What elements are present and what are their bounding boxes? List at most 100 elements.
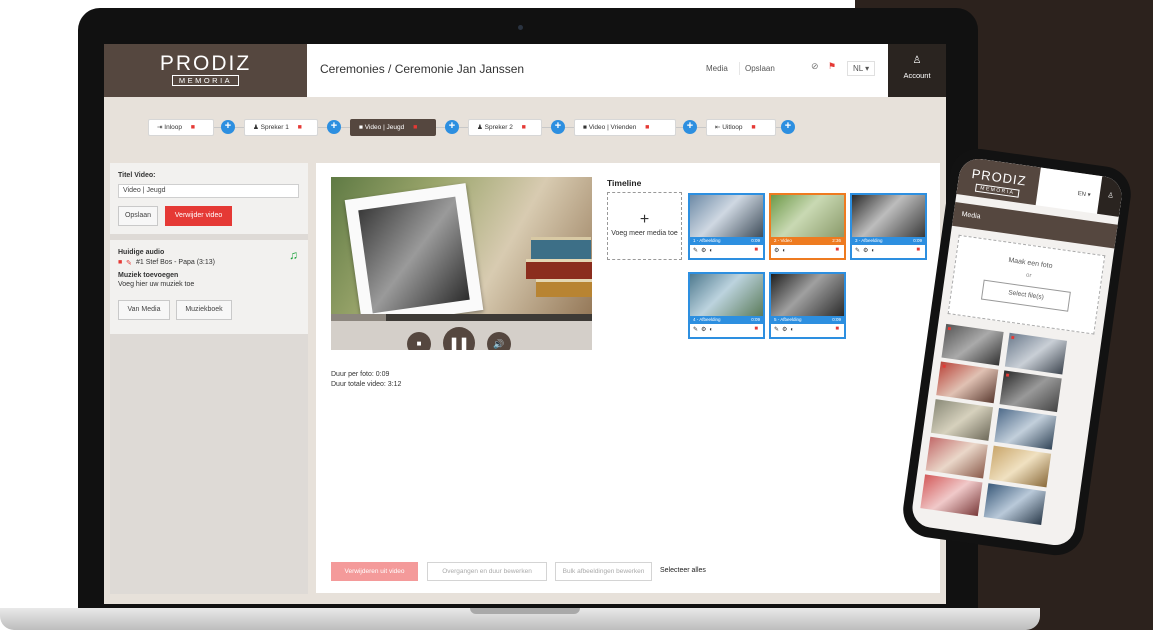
trash-icon[interactable]: ■ [754, 247, 758, 253]
edit-transitions-button[interactable]: Overgangen en duur bewerken [427, 562, 547, 581]
laptop-camera [518, 25, 523, 30]
timeline-tile[interactable]: 5 - Afbeelding 0:09 ✎⚙◐ ■ [769, 272, 846, 339]
video-progress-bar[interactable] [331, 314, 592, 321]
trash-icon[interactable]: ■ [118, 259, 122, 266]
tile-caption: 5 - Afbeelding 0:09 [771, 316, 844, 324]
trash-icon[interactable]: ■ [1005, 373, 1009, 379]
tile-label: 2 - Video [774, 238, 792, 243]
books-image [531, 237, 591, 259]
select-all-button[interactable]: Selecteer alles [660, 567, 706, 574]
tile-thumbnail [690, 195, 763, 237]
trash-icon[interactable]: ■ [754, 326, 758, 332]
total-duration: Duur totale video: 3:12 [331, 381, 402, 388]
timeline-tile[interactable]: 2 - Video 2:36 ⚙◐ ■ [769, 193, 846, 260]
tile-actions[interactable]: ⚙◐ [774, 247, 789, 254]
video-title-input[interactable]: Video | Jeugd [118, 184, 299, 198]
phone-brand-logo[interactable]: PRODIZ MEMORIA [956, 156, 1041, 206]
enter-icon: ⇥ [157, 124, 163, 131]
exit-icon: ⇤ [715, 124, 721, 131]
step-label: Video | Jeugd [364, 124, 405, 131]
left-panel: Titel Video: Video | Jeugd Opslaan Verwi… [110, 163, 308, 594]
select-files-button[interactable]: Select file(s) [980, 279, 1071, 312]
tile-caption: 2 - Video 2:36 [771, 237, 844, 245]
add-music-hint: Voeg hier uw muziek toe [118, 281, 195, 288]
add-step-button[interactable]: + [781, 120, 795, 134]
tile-thumbnail [852, 195, 925, 237]
music-book-button[interactable]: Muziekboek [176, 300, 232, 320]
trash-icon[interactable]: ■ [947, 326, 951, 332]
trash-icon[interactable]: ■ [835, 247, 839, 253]
save-title-button[interactable]: Opslaan [118, 206, 158, 226]
add-step-button[interactable]: + [221, 120, 235, 134]
brand-subtitle: MEMORIA [172, 75, 239, 86]
phone-media-thumbnail[interactable] [983, 483, 1046, 526]
trash-icon[interactable]: ■ [522, 124, 526, 131]
trash-icon[interactable]: ■ [942, 364, 946, 370]
add-media-button[interactable]: + Voeg meer media toe [607, 192, 682, 260]
phone-media-thumbnail[interactable] [925, 436, 988, 479]
flag-icon[interactable]: ⚑ [828, 61, 836, 72]
volume-button[interactable]: 🔊 [487, 332, 511, 350]
books-image [536, 279, 592, 297]
books-image [526, 259, 592, 279]
stop-button[interactable]: ■ [407, 332, 431, 350]
tile-actions[interactable]: ✎⚙◐ [855, 247, 878, 254]
couple-photo [358, 196, 470, 314]
step-spreker-1[interactable]: ♟ Spreker 1 ■ [244, 119, 318, 136]
tile-duration: 0:09 [913, 238, 922, 243]
phone-upload-zone[interactable]: Maak een foto or Select file(s) [947, 234, 1106, 335]
step-video-vrienden[interactable]: ■ Video | Vrienden ■ [574, 119, 676, 136]
brand-logo[interactable]: PRODIZ MEMORIA [104, 44, 307, 97]
phone-language-selector[interactable]: EN ▾ [1077, 190, 1091, 199]
step-uitloop[interactable]: ⇤ Uitloop ■ [706, 119, 776, 136]
current-audio-label: Huidige audio [118, 249, 165, 256]
step-label: Uitloop [722, 124, 743, 131]
phone-media-thumbnail[interactable] [994, 408, 1057, 450]
trash-icon[interactable]: ■ [1010, 335, 1014, 341]
phone-media-thumbnail[interactable] [989, 445, 1052, 488]
save-button[interactable]: Opslaan [739, 62, 780, 75]
plus-icon: + [639, 211, 650, 228]
tile-thumbnail [771, 274, 844, 316]
trash-icon[interactable]: ■ [413, 124, 417, 131]
trash-icon[interactable]: ■ [191, 124, 195, 131]
video-player[interactable]: ■ ❚❚ 🔊 [331, 177, 592, 350]
timeline-tile[interactable]: 1 - Afbeelding 0:09 ✎⚙◐ ■ [688, 193, 765, 260]
trash-icon[interactable]: ■ [645, 124, 649, 131]
remove-from-video-button[interactable]: Verwijderen uit video [331, 562, 418, 581]
trash-icon[interactable]: ■ [751, 124, 755, 131]
timeline-heading: Timeline [607, 178, 642, 188]
tile-actions[interactable]: ✎⚙◐ [693, 326, 716, 333]
step-video-jeugd[interactable]: ■ Video | Jeugd ■ [350, 119, 436, 136]
brand-name: PRODIZ [159, 52, 252, 75]
tile-label: 3 - Afbeelding [855, 238, 883, 243]
add-step-button[interactable]: + [445, 120, 459, 134]
trash-icon[interactable]: ■ [298, 124, 302, 131]
tile-actions[interactable]: ✎⚙◐ [693, 247, 716, 254]
edit-icon[interactable]: ✎ [126, 259, 132, 267]
bulk-edit-images-button[interactable]: Bulk afbeeldingen bewerken [555, 562, 652, 581]
step-inloop[interactable]: ⇥ Inloop ■ [148, 119, 214, 136]
add-step-button[interactable]: + [683, 120, 697, 134]
from-media-button[interactable]: Van Media [118, 300, 170, 320]
tile-actions[interactable]: ✎⚙◐ [774, 326, 797, 333]
timeline-tile[interactable]: 4 - Afbeelding 0:09 ✎⚙◐ ■ [688, 272, 765, 339]
delete-video-button[interactable]: Verwijder video [165, 206, 232, 226]
tile-duration: 0:09 [751, 317, 760, 322]
media-button[interactable]: Media [701, 62, 733, 75]
add-step-button[interactable]: + [551, 120, 565, 134]
step-spreker-2[interactable]: ♟ Spreker 2 ■ [468, 119, 542, 136]
add-step-button[interactable]: + [327, 120, 341, 134]
trash-icon[interactable]: ■ [835, 326, 839, 332]
timeline-tile[interactable]: 3 - Afbeelding 0:09 ✎⚙◐ ■ [850, 193, 927, 260]
tile-duration: 0:09 [832, 317, 841, 322]
phone-media-thumbnail[interactable] [930, 399, 994, 441]
trash-icon[interactable]: ■ [916, 247, 920, 253]
account-button[interactable]: ♙ Account [888, 44, 946, 97]
question-circle-icon[interactable]: ⊘ [811, 61, 819, 72]
phone-user-icon[interactable]: ♙ [1097, 176, 1125, 217]
step-label: Spreker 2 [484, 124, 513, 131]
tile-label: 4 - Afbeelding [693, 317, 721, 322]
phone-media-thumbnail[interactable] [920, 474, 983, 517]
language-selector[interactable]: NL ▾ [847, 61, 876, 76]
